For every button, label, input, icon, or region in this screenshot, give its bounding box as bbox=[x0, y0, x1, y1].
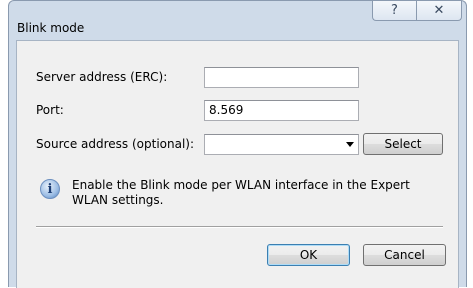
info-message-line1: Enable the Blink mode per WLAN interface… bbox=[72, 178, 410, 192]
close-icon: ✕ bbox=[433, 3, 445, 18]
dialog-window: Blink mode ? ✕ Server address (ERC): Por… bbox=[8, 0, 467, 288]
info-message: Enable the Blink mode per WLAN interface… bbox=[72, 178, 410, 208]
source-address-combobox[interactable] bbox=[204, 134, 359, 155]
source-address-label: Source address (optional): bbox=[36, 137, 195, 151]
port-input[interactable]: 8.569 bbox=[204, 100, 359, 121]
ok-button[interactable]: OK bbox=[267, 244, 350, 266]
help-button[interactable]: ? bbox=[372, 1, 416, 21]
info-icon: i bbox=[40, 179, 60, 199]
server-address-label: Server address (ERC): bbox=[36, 70, 168, 84]
chevron-down-icon[interactable] bbox=[346, 142, 354, 147]
info-message-line2: WLAN settings. bbox=[72, 193, 164, 207]
server-address-input[interactable] bbox=[204, 67, 359, 88]
close-button[interactable]: ✕ bbox=[416, 1, 462, 21]
cancel-button[interactable]: Cancel bbox=[363, 244, 446, 266]
dialog-body: Server address (ERC): Port: 8.569 Source… bbox=[16, 40, 459, 288]
select-button[interactable]: Select bbox=[363, 133, 443, 155]
help-icon: ? bbox=[391, 3, 398, 18]
window-title: Blink mode bbox=[17, 21, 85, 35]
port-label: Port: bbox=[36, 103, 64, 117]
caption-buttons: ? ✕ bbox=[372, 1, 462, 21]
separator bbox=[36, 226, 443, 228]
